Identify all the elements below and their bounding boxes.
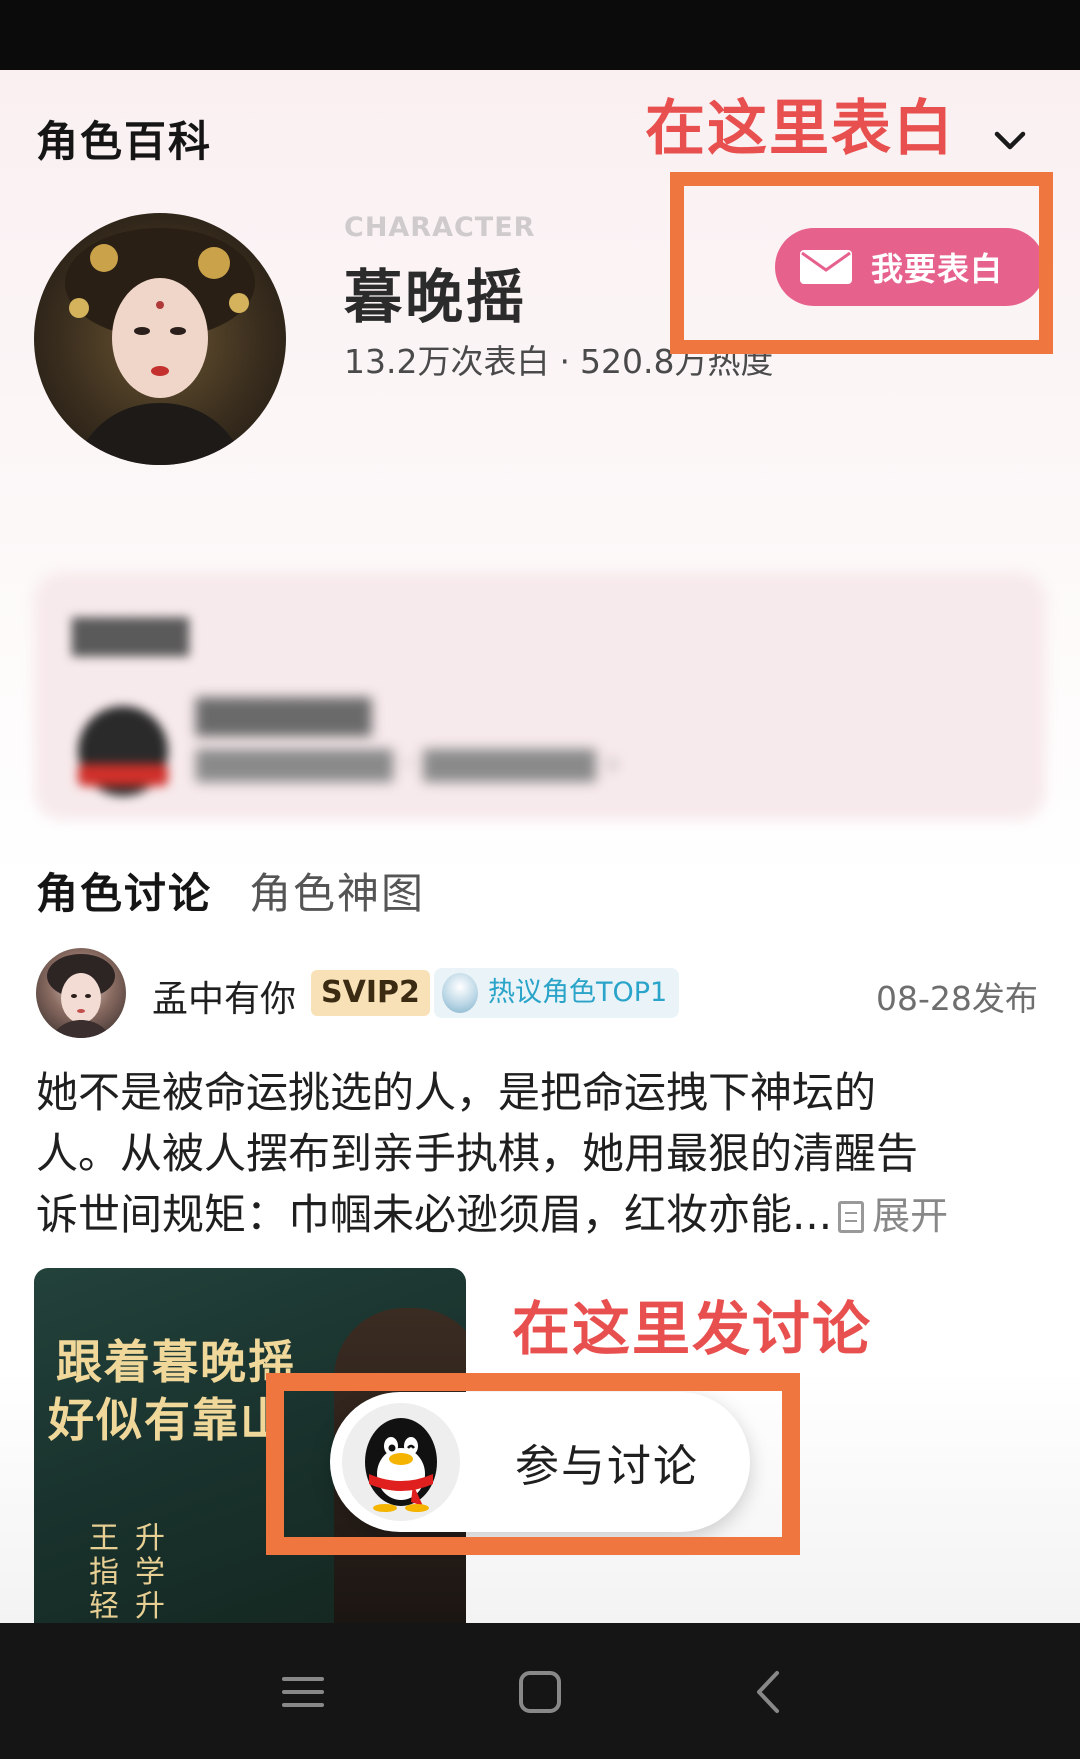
stats-separator: · [559, 342, 570, 381]
system-nav-bar [0, 1623, 1080, 1759]
post-text-line: 她不是被命运挑选的人，是把命运拽下神坛的 [36, 1068, 877, 1117]
home-icon[interactable] [505, 1657, 575, 1727]
post-text: 她不是被命运挑选的人，是把命运拽下神坛的 人。从被人摆布到亲手执棋，她用最狠的清… [36, 1062, 1046, 1247]
tab-discussion[interactable]: 角色讨论 [36, 860, 212, 921]
poster-title-line2: 好似有靠山 [48, 1393, 288, 1447]
poster-title-line1: 跟着暮晚摇 [56, 1335, 296, 1389]
hot-role-badge: 热议角色TOP1 [434, 968, 680, 1018]
page-title: 角色百科 [36, 117, 213, 166]
character-name: 暮晚摇 [344, 263, 528, 331]
annotation-confess-hint: 在这里表白 [645, 94, 955, 164]
confession-count: 13.2万次表白 [344, 342, 550, 381]
expand-link[interactable]: 展开 [838, 1194, 948, 1238]
status-bar [0, 0, 1080, 70]
character-tag: CHARACTER [344, 212, 536, 243]
post-username[interactable]: 孟中有你 [152, 970, 296, 1022]
back-icon[interactable] [735, 1657, 805, 1727]
my-contribution-card[interactable] [34, 572, 1046, 820]
my-contribution-title: ▇▇▇▇ [72, 612, 189, 656]
poster-vertical-text-2: 升学升 [135, 1521, 165, 1624]
hot-badge-avatar-icon [442, 973, 478, 1013]
post-text-line-last: 诉世间规矩：巾帼未必逊须眉，红妆亦能... 展开 [36, 1184, 1046, 1247]
character-avatar [34, 213, 286, 465]
hot-badge-label: 热议角色TOP1 [488, 977, 668, 1008]
expand-icon [838, 1201, 865, 1233]
contribution-avatar [78, 706, 168, 796]
post-text-line: 人。从被人摆布到亲手执棋，她用最狠的清醒告 [36, 1129, 919, 1178]
poster-vertical-text-1: 王指轻 [89, 1521, 119, 1624]
contribution-user: ▇▇▇▇▇▇ [196, 692, 372, 736]
annotation-discuss-hint: 在这里发讨论 [512, 1295, 873, 1363]
post-author-avatar[interactable] [36, 948, 126, 1038]
expand-label: 展开 [872, 1194, 949, 1238]
contribution-desc: ▇▇▇▇▇▇▇▇ · ▇▇▇▇▇▇▇ › [196, 744, 619, 782]
annotation-box-discuss [266, 1373, 800, 1555]
chevron-down-icon[interactable] [990, 120, 1030, 160]
svip-badge: SVIP2 [311, 970, 430, 1016]
menu-icon[interactable] [268, 1657, 338, 1727]
annotation-box-confess [670, 172, 1053, 354]
post-date: 08-28发布 [876, 979, 1038, 1018]
tab-gallery[interactable]: 角色神图 [249, 860, 425, 921]
post-text-line: 诉世间规矩：巾帼未必逊须眉，红妆亦能... [36, 1190, 833, 1239]
